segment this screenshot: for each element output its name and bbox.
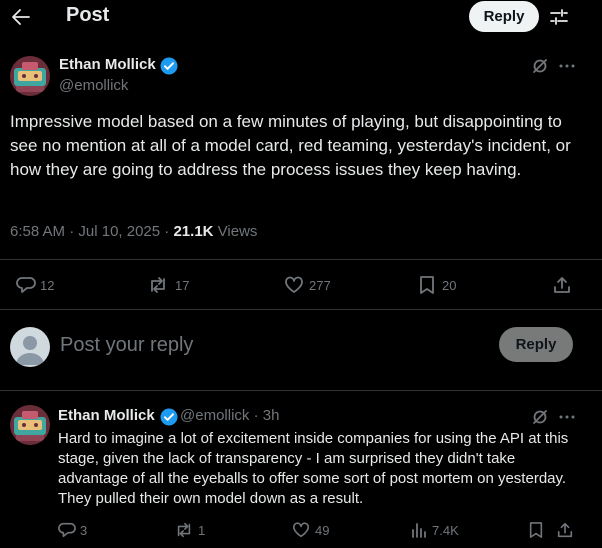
divider bbox=[0, 390, 602, 391]
reply-count: 12 bbox=[40, 278, 55, 293]
grok-icon[interactable] bbox=[531, 57, 549, 75]
author-handle-time[interactable]: @emollick · 3h bbox=[180, 407, 279, 424]
author-name[interactable]: Ethan Mollick bbox=[58, 407, 155, 424]
bookmark-icon[interactable] bbox=[528, 521, 544, 539]
reply-icon[interactable] bbox=[58, 521, 76, 539]
sliders-icon[interactable] bbox=[548, 6, 570, 28]
reply-text: Hard to imagine a lot of excitement insi… bbox=[58, 430, 569, 507]
divider bbox=[0, 259, 602, 260]
repost-icon[interactable] bbox=[174, 521, 194, 539]
meta-separator: · bbox=[164, 223, 170, 240]
grok-icon[interactable] bbox=[531, 408, 549, 426]
verified-badge-icon bbox=[160, 57, 178, 75]
repost-icon[interactable] bbox=[147, 275, 169, 295]
reply-button[interactable]: Reply bbox=[469, 1, 539, 32]
share-icon[interactable] bbox=[556, 521, 574, 539]
author-name[interactable]: Ethan Mollick bbox=[59, 56, 156, 73]
avatar[interactable] bbox=[10, 56, 50, 96]
more-icon[interactable] bbox=[558, 57, 576, 75]
share-icon[interactable] bbox=[552, 275, 572, 295]
views-count: 7.4K bbox=[432, 523, 459, 538]
views-count: 21.1K bbox=[173, 223, 214, 240]
views-label: Views bbox=[217, 223, 258, 240]
more-icon[interactable] bbox=[558, 408, 576, 426]
like-count: 277 bbox=[309, 278, 331, 293]
page-title: Post bbox=[66, 4, 110, 26]
reply-submit-button[interactable]: Reply bbox=[499, 327, 573, 362]
top-bar: Post Reply bbox=[0, 0, 602, 34]
heart-icon[interactable] bbox=[292, 521, 310, 539]
bookmark-count: 20 bbox=[442, 278, 457, 293]
reply-input[interactable]: Post your reply bbox=[60, 334, 193, 357]
post-text: Impressive model based on a few minutes … bbox=[10, 112, 571, 179]
bookmark-icon[interactable] bbox=[418, 275, 436, 295]
repost-count: 17 bbox=[175, 278, 190, 293]
like-count: 49 bbox=[315, 523, 330, 538]
verified-badge-icon bbox=[160, 408, 178, 426]
arrow-left-icon[interactable] bbox=[10, 6, 32, 28]
repost-count: 1 bbox=[198, 523, 206, 538]
heart-icon[interactable] bbox=[284, 275, 304, 295]
post-meta: 6:58 AM · Jul 10, 2025 · 21.1K Views bbox=[10, 223, 257, 240]
author-handle[interactable]: @emollick bbox=[59, 77, 128, 94]
post-time[interactable]: 6:58 AM bbox=[10, 223, 65, 240]
reply-count: 3 bbox=[80, 523, 88, 538]
avatar[interactable] bbox=[10, 405, 50, 445]
post-date[interactable]: Jul 10, 2025 bbox=[78, 223, 160, 240]
divider bbox=[0, 309, 602, 310]
views-chart-icon[interactable] bbox=[410, 521, 428, 539]
reply-icon[interactable] bbox=[16, 275, 36, 295]
meta-separator: · bbox=[69, 223, 75, 240]
user-avatar[interactable] bbox=[10, 327, 50, 367]
